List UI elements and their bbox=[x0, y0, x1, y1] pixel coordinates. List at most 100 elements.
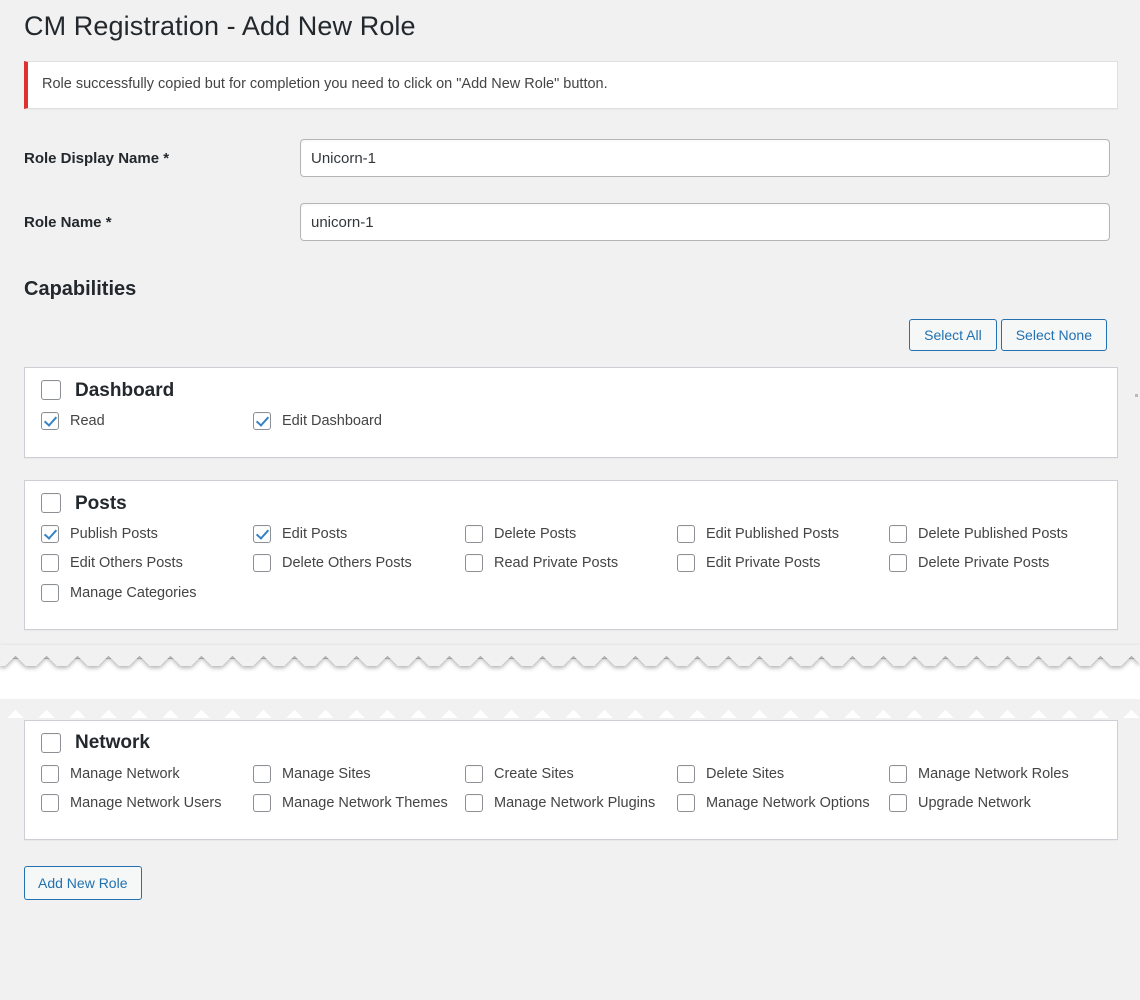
edge-artifact bbox=[1135, 394, 1138, 397]
capability-label: Manage Sites bbox=[282, 765, 371, 782]
capability-item[interactable]: Manage Network Themes bbox=[253, 794, 465, 815]
capability-label: Manage Network Options bbox=[706, 795, 870, 812]
group-title-network: Network bbox=[75, 732, 150, 754]
capability-checkbox-manage-sites[interactable] bbox=[253, 764, 271, 783]
capability-item[interactable]: Delete Sites bbox=[677, 764, 889, 786]
capability-item[interactable]: Manage Network Roles bbox=[889, 764, 1101, 786]
capability-item[interactable]: Publish Posts bbox=[41, 525, 253, 546]
capability-label: Manage Network Users bbox=[70, 795, 222, 812]
capability-checkbox-manage-network[interactable] bbox=[41, 764, 59, 783]
capability-group-dashboard: Dashboard Read Edit Dashboard bbox=[24, 367, 1118, 459]
capability-label: Delete Published Posts bbox=[918, 526, 1068, 543]
capability-label: Manage Network Roles bbox=[918, 765, 1069, 782]
capability-item[interactable]: Delete Published Posts bbox=[889, 525, 1101, 546]
capability-grid-posts: Publish Posts Edit Posts Delete Posts Ed… bbox=[41, 525, 1101, 613]
capability-label: Edit Posts bbox=[282, 526, 348, 543]
group-checkbox-network[interactable] bbox=[41, 732, 61, 753]
capability-label: Upgrade Network bbox=[918, 795, 1031, 812]
capability-group-header: Posts bbox=[41, 492, 1101, 514]
capability-item[interactable]: Delete Others Posts bbox=[253, 554, 465, 575]
capability-checkbox-delete-published-posts[interactable] bbox=[889, 525, 907, 544]
capability-grid-dashboard: Read Edit Dashboard bbox=[41, 412, 1101, 441]
capability-item[interactable]: Edit Private Posts bbox=[677, 554, 889, 575]
capability-checkbox-delete-sites[interactable] bbox=[677, 764, 695, 783]
capability-item[interactable]: Delete Private Posts bbox=[889, 554, 1101, 575]
capability-item[interactable]: Manage Network Plugins bbox=[465, 794, 677, 815]
capability-label: Delete Private Posts bbox=[918, 555, 1050, 572]
capability-group-header: Network bbox=[41, 732, 1101, 754]
capability-checkbox-manage-network-users[interactable] bbox=[41, 794, 59, 813]
capability-grid-network: Manage Network Manage Sites Create Sites… bbox=[41, 764, 1101, 823]
capability-checkbox-read[interactable] bbox=[41, 412, 59, 431]
capability-label: Manage Network bbox=[70, 765, 180, 782]
capability-checkbox-upgrade-network[interactable] bbox=[889, 794, 907, 813]
capability-item[interactable]: Delete Posts bbox=[465, 525, 677, 546]
capability-checkbox-delete-posts[interactable] bbox=[465, 525, 483, 544]
capability-item[interactable]: Edit Others Posts bbox=[41, 554, 253, 575]
capability-checkbox-edit-others-posts[interactable] bbox=[41, 554, 59, 573]
capability-item[interactable]: Upgrade Network bbox=[889, 794, 1101, 815]
capability-label: Edit Private Posts bbox=[706, 555, 821, 572]
capability-group-header: Dashboard bbox=[41, 379, 1101, 401]
form-row-role-name: Role Name * bbox=[0, 203, 1140, 242]
notice-message: Role successfully copied but for complet… bbox=[42, 76, 608, 93]
capability-item[interactable]: Read bbox=[41, 412, 253, 433]
group-title-posts: Posts bbox=[75, 492, 127, 514]
page-break-zigzag-bottom-icon bbox=[0, 697, 1140, 720]
group-checkbox-posts[interactable] bbox=[41, 493, 61, 514]
capability-checkbox-edit-private-posts[interactable] bbox=[677, 554, 695, 573]
capability-item[interactable]: Create Sites bbox=[465, 764, 677, 786]
select-all-button[interactable]: Select All bbox=[909, 319, 997, 352]
capability-checkbox-create-sites[interactable] bbox=[465, 764, 483, 783]
capability-item[interactable]: Edit Dashboard bbox=[253, 412, 465, 433]
capability-label: Delete Others Posts bbox=[282, 555, 412, 572]
capability-checkbox-manage-network-plugins[interactable] bbox=[465, 794, 483, 813]
capability-label: Edit Dashboard bbox=[282, 413, 382, 430]
capability-label: Delete Posts bbox=[494, 526, 577, 543]
capability-label: Manage Network Themes bbox=[282, 795, 448, 812]
capability-item[interactable]: Edit Published Posts bbox=[677, 525, 889, 546]
capability-label: Manage Categories bbox=[70, 584, 197, 601]
select-none-button[interactable]: Select None bbox=[1000, 319, 1107, 352]
role-name-input[interactable] bbox=[300, 203, 1110, 242]
role-display-name-input[interactable] bbox=[300, 139, 1110, 178]
notice-banner: Role successfully copied but for complet… bbox=[24, 61, 1118, 110]
capability-checkbox-edit-posts[interactable] bbox=[253, 525, 271, 544]
capabilities-heading: Capabilities bbox=[24, 278, 137, 301]
capability-checkbox-manage-network-roles[interactable] bbox=[889, 764, 907, 783]
capability-label: Read bbox=[70, 413, 105, 430]
capability-item[interactable]: Manage Network bbox=[41, 764, 253, 786]
capability-label: Publish Posts bbox=[70, 526, 158, 543]
capability-item[interactable]: Manage Network Users bbox=[41, 794, 253, 815]
capability-checkbox-delete-private-posts[interactable] bbox=[889, 554, 907, 573]
capability-checkbox-manage-categories[interactable] bbox=[41, 583, 59, 602]
capability-item[interactable]: Edit Posts bbox=[253, 525, 465, 546]
capability-label: Manage Network Plugins bbox=[494, 795, 656, 812]
capability-group-network: Network Manage Network Manage Sites Crea… bbox=[24, 719, 1118, 841]
capability-checkbox-manage-network-options[interactable] bbox=[677, 794, 695, 813]
capability-item[interactable]: Manage Network Options bbox=[677, 794, 889, 815]
capability-checkbox-publish-posts[interactable] bbox=[41, 525, 59, 544]
capability-label: Create Sites bbox=[494, 765, 574, 782]
capability-checkbox-edit-dashboard[interactable] bbox=[253, 412, 271, 431]
capability-checkbox-edit-published-posts[interactable] bbox=[677, 525, 695, 544]
role-name-label: Role Name * bbox=[24, 213, 112, 231]
capability-label: Edit Published Posts bbox=[706, 526, 839, 543]
capability-item[interactable]: Read Private Posts bbox=[465, 554, 677, 575]
group-title-dashboard: Dashboard bbox=[75, 379, 175, 401]
form-row-role-display-name: Role Display Name * bbox=[0, 139, 1140, 178]
page-break-zigzag-top-icon bbox=[0, 637, 1140, 666]
capability-label: Edit Others Posts bbox=[70, 555, 183, 572]
page-break-divider bbox=[0, 637, 1140, 720]
group-checkbox-dashboard[interactable] bbox=[41, 380, 61, 401]
capability-checkbox-read-private-posts[interactable] bbox=[465, 554, 483, 573]
select-buttons-bar: Select All Select None bbox=[0, 319, 1140, 352]
capability-label: Delete Sites bbox=[706, 765, 785, 782]
submit-bar: Add New Role bbox=[0, 840, 1140, 901]
capability-item[interactable]: Manage Sites bbox=[253, 764, 465, 786]
capability-item[interactable]: Manage Categories bbox=[41, 583, 253, 605]
capability-checkbox-delete-others-posts[interactable] bbox=[253, 554, 271, 573]
add-new-role-button[interactable]: Add New Role bbox=[24, 866, 142, 901]
capability-checkbox-manage-network-themes[interactable] bbox=[253, 794, 271, 813]
capability-group-posts: Posts Publish Posts Edit Posts Delete Po… bbox=[24, 480, 1118, 630]
